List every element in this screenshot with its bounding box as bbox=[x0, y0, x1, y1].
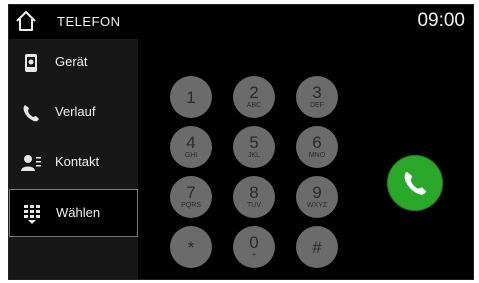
sidebar-item-label: Verlauf bbox=[55, 104, 96, 119]
key-7[interactable]: 7 PQRS bbox=[170, 176, 212, 218]
sidebar-item-label: Kontakt bbox=[55, 154, 100, 169]
clock: 09:00 bbox=[417, 10, 465, 31]
sidebar-item-kontakt[interactable]: Kontakt bbox=[9, 139, 138, 187]
sidebar-item-waehlen[interactable]: Wählen bbox=[9, 189, 138, 237]
phone-device-icon bbox=[25, 54, 37, 72]
contact-icon bbox=[21, 155, 41, 171]
key-1[interactable]: 1 bbox=[170, 76, 212, 118]
phone-screen: TELEFON 09:00 Gerät Verlauf Kontakt Wähl… bbox=[8, 4, 474, 280]
key-hash[interactable]: # bbox=[296, 226, 338, 268]
home-icon[interactable] bbox=[15, 10, 37, 32]
sidebar-item-verlauf[interactable]: Verlauf bbox=[9, 89, 138, 137]
key-star[interactable]: * bbox=[170, 226, 212, 268]
call-button[interactable] bbox=[387, 155, 443, 211]
key-5[interactable]: 5 JKL bbox=[233, 126, 275, 168]
key-8[interactable]: 8 TUV bbox=[233, 176, 275, 218]
app-title: TELEFON bbox=[57, 14, 121, 29]
sidebar: Gerät Verlauf Kontakt Wählen bbox=[9, 39, 138, 279]
key-0[interactable]: 0 + bbox=[233, 226, 275, 268]
key-6[interactable]: 6 MNO bbox=[296, 126, 338, 168]
key-4[interactable]: 4 GHI bbox=[170, 126, 212, 168]
sidebar-item-label: Gerät bbox=[55, 54, 88, 69]
dialpad-icon bbox=[24, 205, 40, 224]
sidebar-item-geraet[interactable]: Gerät bbox=[9, 39, 138, 87]
sidebar-item-label: Wählen bbox=[56, 205, 101, 220]
key-9[interactable]: 9 WXYZ bbox=[296, 176, 338, 218]
key-3[interactable]: 3 DEF bbox=[296, 76, 338, 118]
call-icon bbox=[404, 171, 427, 195]
key-2[interactable]: 2 ABC bbox=[233, 76, 275, 118]
phone-handset-icon bbox=[23, 105, 39, 122]
top-bar: TELEFON 09:00 bbox=[9, 5, 473, 39]
